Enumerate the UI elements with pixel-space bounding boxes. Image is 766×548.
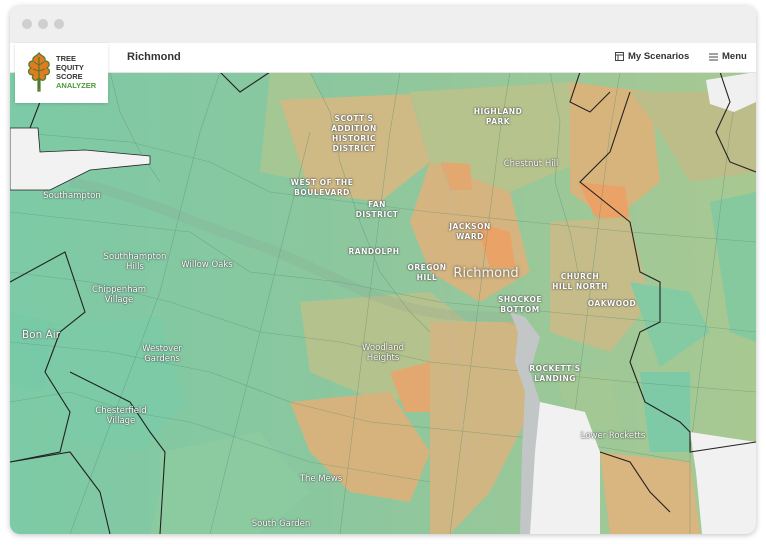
window-dot-icon[interactable] bbox=[22, 19, 32, 29]
map-label-chesterfield-village: Chesterfield Village bbox=[95, 406, 147, 426]
browser-window: Richmond My Scenarios Menu TREE EQUITY S… bbox=[10, 6, 756, 534]
map-label-oregon-hill: OREGON HILL bbox=[407, 263, 447, 282]
map-label-the-mews: The Mews bbox=[299, 474, 343, 484]
map-label-richmond: Richmond bbox=[453, 266, 519, 281]
logo-line: EQUITY bbox=[56, 63, 84, 72]
map-label-rocketts-landing: ROCKETT'S LANDING bbox=[529, 364, 581, 383]
map-label-southampton: Southampton bbox=[43, 191, 101, 201]
map-label-oakwood: OAKWOOD bbox=[587, 299, 637, 308]
map-label-south-garden: South Garden bbox=[251, 519, 311, 529]
window-dot-icon[interactable] bbox=[38, 19, 48, 29]
logo-wordmark: TREE EQUITY SCORE ANALYZER bbox=[56, 54, 96, 90]
map-label-chestnut-hill: Chestnut Hill bbox=[503, 159, 559, 169]
my-scenarios-label: My Scenarios bbox=[628, 51, 690, 62]
map-label-bon-air: Bon Air bbox=[21, 329, 61, 341]
place-title: Richmond bbox=[127, 51, 181, 63]
map-label-shockoe-bottom: SHOCKOE BOTTOM bbox=[497, 295, 543, 314]
logo-line: TREE bbox=[56, 54, 77, 63]
map-label-southhampton-hills: Southhampton Hills bbox=[103, 252, 167, 272]
map-label-woodland-heights: Woodland Heights bbox=[361, 343, 405, 363]
my-scenarios-button[interactable]: My Scenarios bbox=[615, 51, 689, 62]
tract-polygon[interactable] bbox=[600, 452, 700, 534]
map-label-randolph: RANDOLPH bbox=[348, 247, 400, 256]
scenarios-icon bbox=[615, 52, 624, 61]
logo-line: SCORE bbox=[56, 72, 83, 81]
map-label-willow-oaks: Willow Oaks bbox=[181, 260, 233, 270]
map-label-scotts-addition: SCOTT'S ADDITION HISTORIC DISTRICT bbox=[331, 114, 377, 153]
map-label-chippenham-village: Chippenham Village bbox=[92, 285, 146, 305]
map-label-fan-district: FAN DISTRICT bbox=[355, 200, 399, 219]
window-chrome bbox=[10, 6, 756, 44]
menu-button[interactable]: Menu bbox=[709, 51, 747, 62]
menu-label: Menu bbox=[722, 51, 747, 62]
app-header: Richmond My Scenarios Menu bbox=[10, 43, 756, 73]
map-label-lower-rocketts: Lower Rocketts bbox=[580, 431, 646, 441]
map-label-church-hill-north: CHURCH HILL NORTH bbox=[552, 272, 608, 291]
map-label-westover-gardens: Westover Gardens bbox=[142, 344, 182, 364]
logo-line-accent: ANALYZER bbox=[56, 81, 97, 90]
map-label-west-of-the-boulevard: WEST OF THE BOULEVARD bbox=[290, 178, 354, 197]
hamburger-icon bbox=[709, 53, 718, 60]
tree-equity-map[interactable]: SCOTT'S ADDITION HISTORIC DISTRICT HIGHL… bbox=[10, 71, 756, 534]
map-label-highland-park: HIGHLAND PARK bbox=[473, 107, 523, 126]
map-label-jackson-ward: JACKSON WARD bbox=[449, 222, 491, 241]
oak-leaf-icon bbox=[27, 52, 51, 92]
tree-equity-logo[interactable]: TREE EQUITY SCORE ANALYZER bbox=[15, 43, 108, 103]
window-dot-icon[interactable] bbox=[54, 19, 64, 29]
